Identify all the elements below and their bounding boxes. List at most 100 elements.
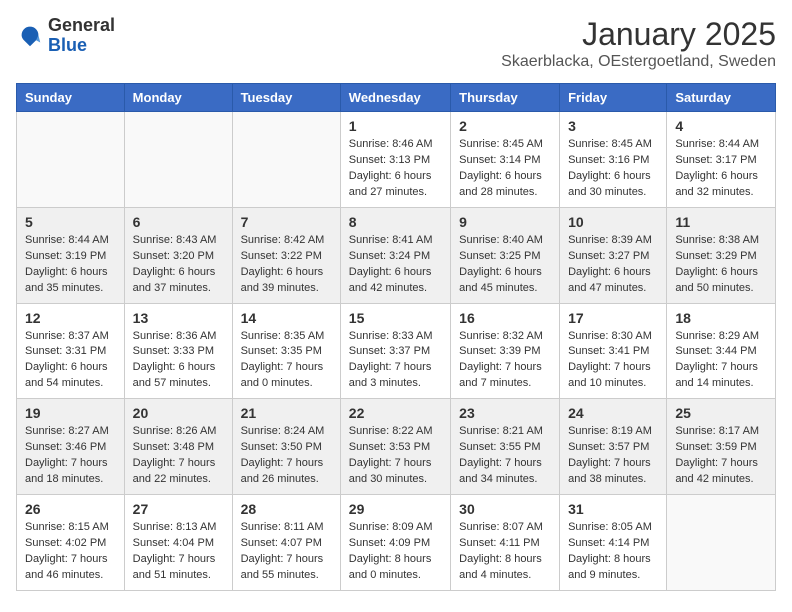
page-header: General Blue January 2025 Skaerblacka, O… — [16, 16, 776, 71]
calendar-week-row: 12 Sunrise: 8:37 AM Sunset: 3:31 PM Dayli… — [17, 303, 776, 399]
day-number: 25 — [675, 405, 767, 421]
day-number: 12 — [25, 310, 116, 326]
logo-icon — [16, 22, 44, 50]
day-number: 7 — [241, 214, 332, 230]
calendar-day-cell — [232, 112, 340, 208]
calendar-day-cell: 8 Sunrise: 8:41 AM Sunset: 3:24 PM Daylig… — [340, 207, 450, 303]
col-header-thursday: Thursday — [451, 84, 560, 112]
calendar-day-cell: 26 Sunrise: 8:15 AM Sunset: 4:02 PM Dayli… — [17, 495, 125, 591]
day-info: Sunrise: 8:09 AM Sunset: 4:09 PM Dayligh… — [349, 520, 442, 584]
calendar-day-cell: 31Sunrise: 8:05 AM Sunset: 4:14 PM Dayli… — [560, 495, 667, 591]
day-number: 31 — [568, 501, 658, 517]
calendar-day-cell: 13Sunrise: 8:36 AM Sunset: 3:33 PM Dayli… — [124, 303, 232, 399]
col-header-monday: Monday — [124, 84, 232, 112]
location-subtitle: Skaerblacka, OEstergoetland, Sweden — [501, 53, 776, 71]
day-number: 27 — [133, 501, 224, 517]
calendar-day-cell: 18 Sunrise: 8:29 AM Sunset: 3:44 PM Dayli… — [667, 303, 776, 399]
day-number: 13 — [133, 310, 224, 326]
calendar-day-cell: 15 Sunrise: 8:33 AM Sunset: 3:37 PM Dayli… — [340, 303, 450, 399]
day-info: Sunrise: 8:07 AM Sunset: 4:11 PM Dayligh… — [459, 520, 551, 584]
calendar-day-cell: 9 Sunrise: 8:40 AM Sunset: 3:25 PM Daylig… — [451, 207, 560, 303]
calendar-day-cell: 5 Sunrise: 8:44 AM Sunset: 3:19 PM Daylig… — [17, 207, 125, 303]
day-info: Sunrise: 8:11 AM Sunset: 4:07 PM Dayligh… — [241, 520, 332, 584]
day-number: 8 — [349, 214, 442, 230]
day-info: Sunrise: 8:24 AM Sunset: 3:50 PM Dayligh… — [241, 424, 332, 488]
day-info: Sunrise: 8:41 AM Sunset: 3:24 PM Dayligh… — [349, 233, 442, 297]
calendar-day-cell: 24 Sunrise: 8:19 AM Sunset: 3:57 PM Dayli… — [560, 399, 667, 495]
calendar-day-cell: 12 Sunrise: 8:37 AM Sunset: 3:31 PM Dayli… — [17, 303, 125, 399]
day-info: Sunrise: 8:17 AM Sunset: 3:59 PM Dayligh… — [675, 424, 767, 488]
calendar-table: SundayMondayTuesdayWednesdayThursdayFrid… — [16, 83, 776, 591]
calendar-day-cell: 11 Sunrise: 8:38 AM Sunset: 3:29 PM Dayli… — [667, 207, 776, 303]
calendar-day-cell: 17Sunrise: 8:30 AM Sunset: 3:41 PM Dayli… — [560, 303, 667, 399]
title-block: January 2025 Skaerblacka, OEstergoetland… — [501, 16, 776, 71]
day-info: Sunrise: 8:22 AM Sunset: 3:53 PM Dayligh… — [349, 424, 442, 488]
day-info: Sunrise: 8:39 AM Sunset: 3:27 PM Dayligh… — [568, 233, 658, 297]
day-info: Sunrise: 8:45 AM Sunset: 3:14 PM Dayligh… — [459, 137, 551, 201]
day-info: Sunrise: 8:37 AM Sunset: 3:31 PM Dayligh… — [25, 329, 116, 393]
calendar-week-row: 26 Sunrise: 8:15 AM Sunset: 4:02 PM Dayli… — [17, 495, 776, 591]
day-number: 21 — [241, 405, 332, 421]
calendar-day-cell: 30 Sunrise: 8:07 AM Sunset: 4:11 PM Dayli… — [451, 495, 560, 591]
calendar-day-cell: 7 Sunrise: 8:42 AM Sunset: 3:22 PM Daylig… — [232, 207, 340, 303]
calendar-day-cell: 2Sunrise: 8:45 AM Sunset: 3:14 PM Daylig… — [451, 112, 560, 208]
day-number: 5 — [25, 214, 116, 230]
day-number: 3 — [568, 118, 658, 134]
calendar-day-cell: 21 Sunrise: 8:24 AM Sunset: 3:50 PM Dayli… — [232, 399, 340, 495]
calendar-week-row: 1Sunrise: 8:46 AM Sunset: 3:13 PM Daylig… — [17, 112, 776, 208]
day-number: 15 — [349, 310, 442, 326]
calendar-day-cell: 14 Sunrise: 8:35 AM Sunset: 3:35 PM Dayli… — [232, 303, 340, 399]
day-number: 6 — [133, 214, 224, 230]
day-info: Sunrise: 8:38 AM Sunset: 3:29 PM Dayligh… — [675, 233, 767, 297]
day-info: Sunrise: 8:15 AM Sunset: 4:02 PM Dayligh… — [25, 520, 116, 584]
day-info: Sunrise: 8:29 AM Sunset: 3:44 PM Dayligh… — [675, 329, 767, 393]
day-info: Sunrise: 8:32 AM Sunset: 3:39 PM Dayligh… — [459, 329, 551, 393]
day-number: 23 — [459, 405, 551, 421]
day-number: 16 — [459, 310, 551, 326]
calendar-week-row: 19 Sunrise: 8:27 AM Sunset: 3:46 PM Dayli… — [17, 399, 776, 495]
calendar-day-cell: 19 Sunrise: 8:27 AM Sunset: 3:46 PM Dayli… — [17, 399, 125, 495]
day-number: 10 — [568, 214, 658, 230]
calendar-day-cell — [17, 112, 125, 208]
day-number: 20 — [133, 405, 224, 421]
day-number: 19 — [25, 405, 116, 421]
day-number: 18 — [675, 310, 767, 326]
logo: General Blue — [16, 16, 115, 56]
day-info: Sunrise: 8:26 AM Sunset: 3:48 PM Dayligh… — [133, 424, 224, 488]
day-number: 9 — [459, 214, 551, 230]
day-info: Sunrise: 8:44 AM Sunset: 3:19 PM Dayligh… — [25, 233, 116, 297]
day-number: 17 — [568, 310, 658, 326]
day-info: Sunrise: 8:44 AM Sunset: 3:17 PM Dayligh… — [675, 137, 767, 201]
calendar-day-cell: 20 Sunrise: 8:26 AM Sunset: 3:48 PM Dayli… — [124, 399, 232, 495]
day-number: 26 — [25, 501, 116, 517]
day-info: Sunrise: 8:40 AM Sunset: 3:25 PM Dayligh… — [459, 233, 551, 297]
col-header-friday: Friday — [560, 84, 667, 112]
day-info: Sunrise: 8:35 AM Sunset: 3:35 PM Dayligh… — [241, 329, 332, 393]
day-number: 14 — [241, 310, 332, 326]
day-info: Sunrise: 8:27 AM Sunset: 3:46 PM Dayligh… — [25, 424, 116, 488]
calendar-day-cell: 10 Sunrise: 8:39 AM Sunset: 3:27 PM Dayli… — [560, 207, 667, 303]
day-info: Sunrise: 8:33 AM Sunset: 3:37 PM Dayligh… — [349, 329, 442, 393]
calendar-day-cell: 4 Sunrise: 8:44 AM Sunset: 3:17 PM Daylig… — [667, 112, 776, 208]
day-number: 24 — [568, 405, 658, 421]
day-info: Sunrise: 8:19 AM Sunset: 3:57 PM Dayligh… — [568, 424, 658, 488]
calendar-day-cell: 23 Sunrise: 8:21 AM Sunset: 3:55 PM Dayli… — [451, 399, 560, 495]
calendar-day-cell: 1Sunrise: 8:46 AM Sunset: 3:13 PM Daylig… — [340, 112, 450, 208]
day-number: 1 — [349, 118, 442, 134]
col-header-saturday: Saturday — [667, 84, 776, 112]
day-number: 28 — [241, 501, 332, 517]
col-header-wednesday: Wednesday — [340, 84, 450, 112]
day-info: Sunrise: 8:43 AM Sunset: 3:20 PM Dayligh… — [133, 233, 224, 297]
day-number: 29 — [349, 501, 442, 517]
day-number: 30 — [459, 501, 551, 517]
logo-text: General Blue — [48, 16, 115, 56]
day-info: Sunrise: 8:45 AM Sunset: 3:16 PM Dayligh… — [568, 137, 658, 201]
calendar-week-row: 5 Sunrise: 8:44 AM Sunset: 3:19 PM Daylig… — [17, 207, 776, 303]
calendar-day-cell: 3 Sunrise: 8:45 AM Sunset: 3:16 PM Daylig… — [560, 112, 667, 208]
day-info: Sunrise: 8:42 AM Sunset: 3:22 PM Dayligh… — [241, 233, 332, 297]
day-number: 4 — [675, 118, 767, 134]
col-header-sunday: Sunday — [17, 84, 125, 112]
day-number: 11 — [675, 214, 767, 230]
day-info: Sunrise: 8:21 AM Sunset: 3:55 PM Dayligh… — [459, 424, 551, 488]
calendar-day-cell — [124, 112, 232, 208]
